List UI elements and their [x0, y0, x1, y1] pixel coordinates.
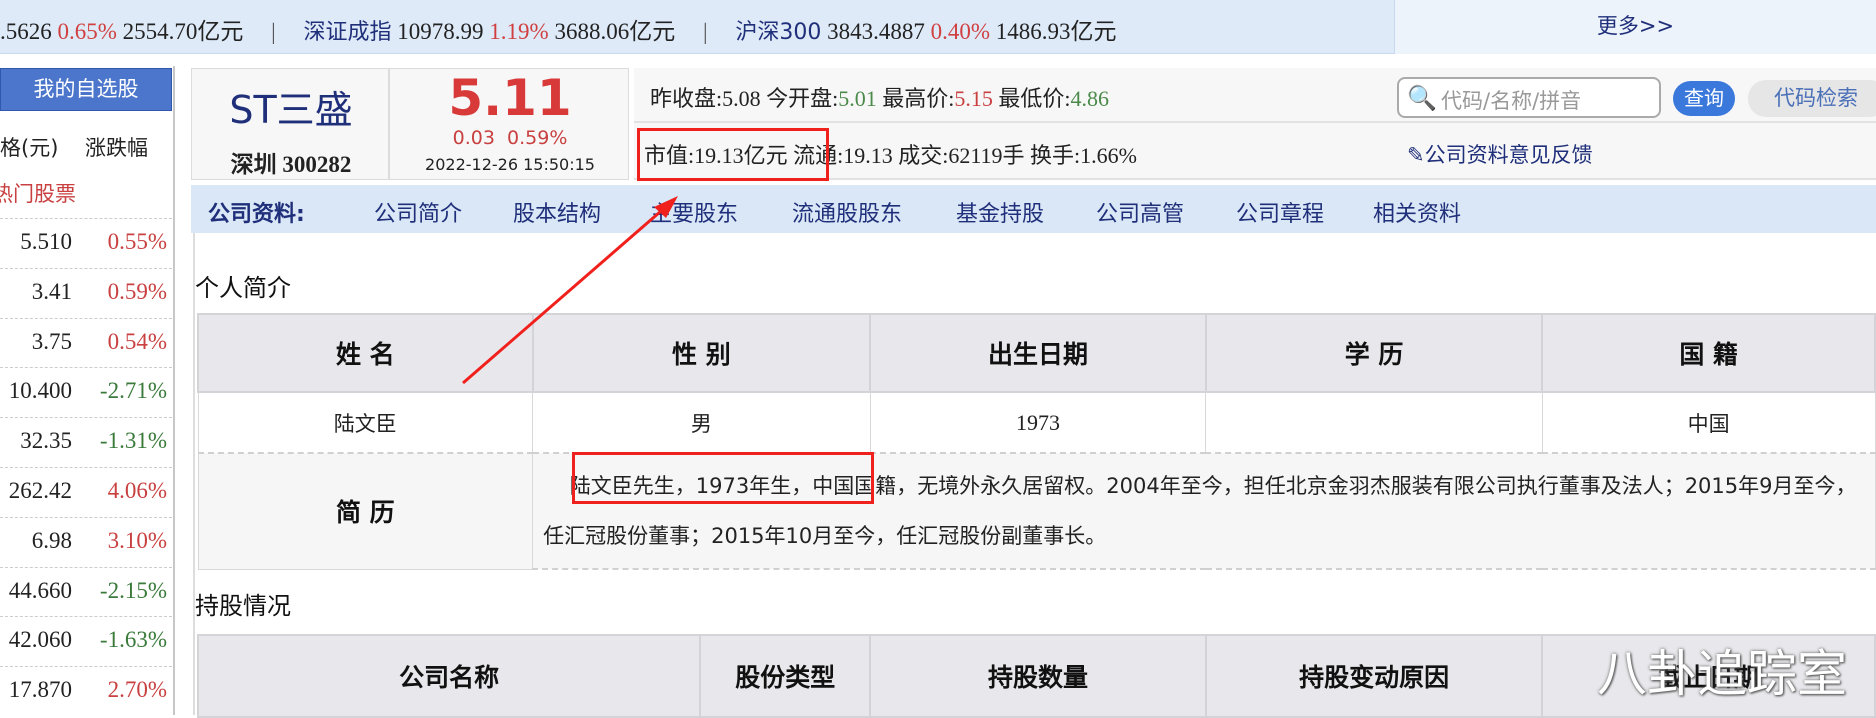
- annotation-arrow-icon: [462, 196, 678, 385]
- watermark: 八卦追踪室: [1597, 645, 1847, 703]
